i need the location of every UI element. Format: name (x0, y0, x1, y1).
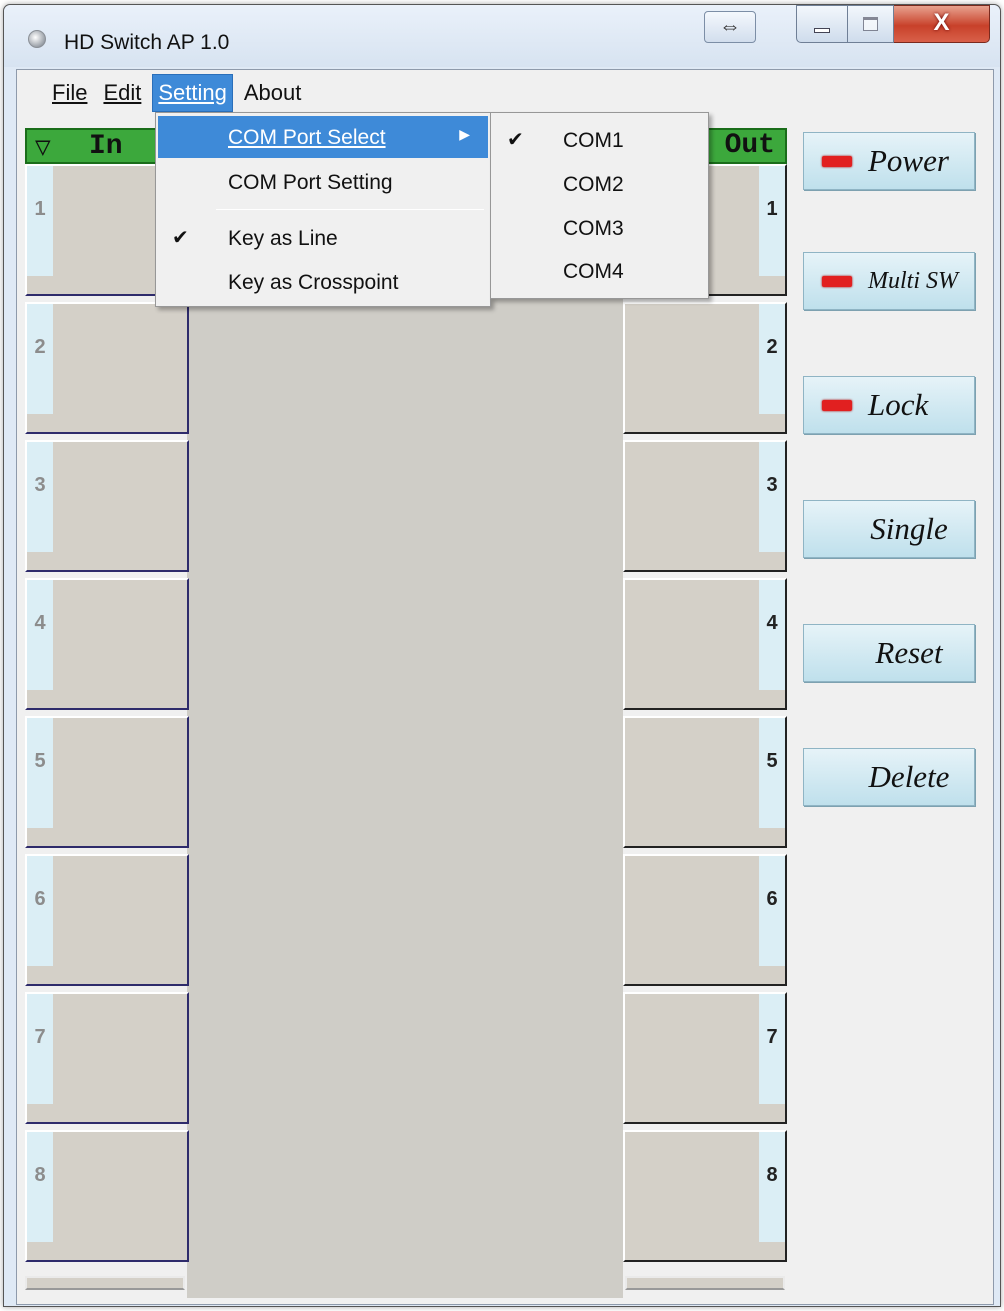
menu-edit-label: Edit (103, 80, 142, 105)
led-indicator-icon (822, 399, 852, 411)
output-number: 5 (759, 718, 785, 828)
com-port-setting-label: COM Port Setting (228, 171, 393, 194)
output-slot[interactable]: 4 (623, 578, 787, 710)
input-slot[interactable]: 2 (25, 302, 189, 434)
output-slot[interactable]: 3 (623, 440, 787, 572)
power-button[interactable]: Power (803, 132, 975, 190)
checkmark-icon: ✔ (507, 129, 524, 151)
input-number: 2 (27, 304, 53, 414)
minimize-button[interactable] (796, 5, 848, 43)
menu-item-com3[interactable]: COM3 (493, 207, 706, 249)
input-number: 7 (27, 994, 53, 1104)
multi-sw-button[interactable]: Multi SW (803, 252, 975, 310)
reset-button-label: Reset (875, 635, 943, 670)
output-scroll-strip[interactable] (625, 1276, 785, 1290)
maximize-icon (863, 17, 878, 31)
single-button-label: Single (870, 511, 948, 546)
window-controls: X (796, 5, 992, 43)
menu-bar: File Edit Setting About (17, 70, 993, 116)
input-number: 3 (27, 442, 53, 552)
resize-arrows-icon[interactable]: ⇔ (704, 11, 756, 43)
triangle-down-icon[interactable]: ▽ (35, 132, 51, 163)
output-slot[interactable]: 5 (623, 716, 787, 848)
output-number: 2 (759, 304, 785, 414)
minimize-icon (814, 28, 830, 33)
input-number: 1 (27, 166, 53, 276)
com3-label: COM3 (563, 217, 624, 240)
menu-item-com-port-select[interactable]: COM Port Select ▶ (158, 116, 488, 158)
input-number: 6 (27, 856, 53, 966)
checkmark-icon: ✔ (172, 227, 189, 249)
input-slot[interactable]: 4 (25, 578, 189, 710)
app-icon (28, 30, 46, 48)
output-number: 6 (759, 856, 785, 966)
input-number: 5 (27, 718, 53, 828)
setting-menu: COM Port Select ▶ COM Port Setting ✔ Key… (155, 112, 491, 307)
submenu-arrow-icon: ▶ (459, 126, 470, 142)
menu-item-com4[interactable]: COM4 (493, 250, 706, 292)
control-button-column: Power Multi SW Lock Single Reset Delete (791, 128, 983, 1300)
output-slot[interactable]: 7 (623, 992, 787, 1124)
input-number: 4 (27, 580, 53, 690)
lock-button[interactable]: Lock (803, 376, 975, 434)
input-slot[interactable]: 7 (25, 992, 189, 1124)
reset-button[interactable]: Reset (803, 624, 975, 682)
input-slot[interactable]: 8 (25, 1130, 189, 1262)
menu-item-key-as-crosspoint[interactable]: Key as Crosspoint (158, 261, 488, 303)
input-scroll-strip[interactable] (25, 1276, 185, 1290)
delete-button[interactable]: Delete (803, 748, 975, 806)
single-button[interactable]: Single (803, 500, 975, 558)
close-icon: X (933, 9, 950, 36)
output-slot[interactable]: 6 (623, 854, 787, 986)
close-button[interactable]: X (894, 5, 990, 43)
input-header-label: In (89, 131, 123, 162)
delete-button-label: Delete (868, 759, 950, 794)
output-slot[interactable]: 8 (623, 1130, 787, 1262)
input-slot[interactable]: 6 (25, 854, 189, 986)
com-port-submenu: ✔ COM1 COM2 COM3 COM4 (490, 112, 709, 299)
key-as-line-label: Key as Line (228, 227, 338, 250)
com1-label: COM1 (563, 129, 624, 152)
menu-item-key-as-line[interactable]: ✔ Key as Line (158, 217, 488, 259)
title-bar[interactable]: HD Switch AP 1.0 ⇔ X (4, 5, 1000, 67)
menu-item-com1[interactable]: ✔ COM1 (493, 119, 706, 161)
multi-sw-button-label: Multi SW (868, 267, 958, 294)
output-number: 8 (759, 1132, 785, 1242)
output-number: 3 (759, 442, 785, 552)
menu-item-com-port-setting[interactable]: COM Port Setting (158, 161, 488, 203)
led-indicator-icon (822, 155, 852, 167)
key-as-crosspoint-label: Key as Crosspoint (228, 271, 399, 294)
input-slot[interactable]: 5 (25, 716, 189, 848)
window-title: HD Switch AP 1.0 (64, 31, 230, 54)
output-number: 7 (759, 994, 785, 1104)
input-number: 8 (27, 1132, 53, 1242)
power-button-label: Power (868, 143, 949, 178)
menu-item-com2[interactable]: COM2 (493, 163, 706, 205)
com2-label: COM2 (563, 173, 624, 196)
menu-file-label: File (52, 80, 88, 105)
menu-about-label: About (243, 80, 302, 105)
output-number: 4 (759, 580, 785, 690)
com-port-select-label: COM Port Select (228, 126, 386, 149)
menu-edit[interactable]: Edit (98, 75, 146, 111)
menu-file[interactable]: File (47, 75, 92, 111)
menu-about[interactable]: About (239, 75, 307, 111)
lock-button-label: Lock (868, 387, 929, 422)
led-indicator-icon (822, 275, 852, 287)
menu-separator (216, 209, 484, 210)
menu-setting-label: Setting (158, 80, 227, 105)
crosspoint-area (187, 164, 623, 1298)
output-number: 1 (759, 166, 785, 276)
menu-setting[interactable]: Setting (152, 74, 233, 112)
maximize-button[interactable] (848, 5, 894, 43)
com4-label: COM4 (563, 260, 624, 283)
output-slot[interactable]: 2 (623, 302, 787, 434)
input-slot[interactable]: 3 (25, 440, 189, 572)
